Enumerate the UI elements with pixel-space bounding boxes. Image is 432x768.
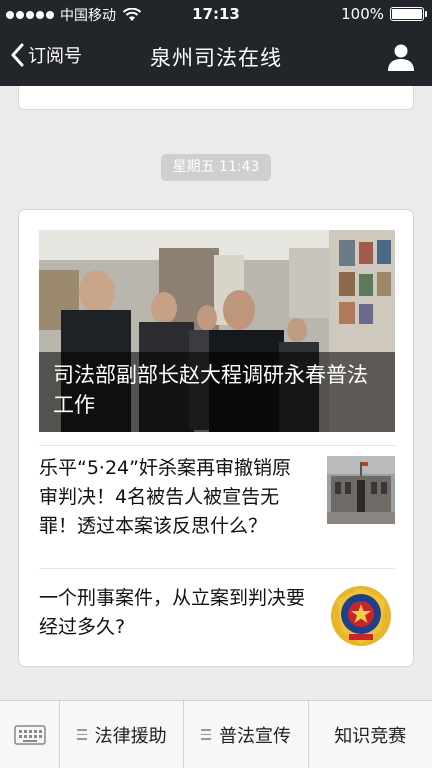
page-title: 泉州司法在线 [150, 46, 282, 70]
status-right: 100% [341, 5, 427, 23]
article-item-2[interactable]: 一个刑事案件，从立案到判决要经过多久? [39, 582, 395, 654]
police-emblem-icon [327, 582, 395, 650]
menu-lines-icon [200, 729, 211, 740]
article-thumbnail-2 [327, 582, 395, 650]
bottom-menu-bar: 法律援助 普法宣传 知识竞赛 [0, 700, 432, 768]
status-bar: 中国移动 17:13 100% [0, 0, 432, 28]
article-card: 司法部副部长赵大程调研永春普法工作 乐平“5·24”奸杀案再审撤销原审判决！4名… [18, 209, 414, 667]
cover-title: 司法部副部长赵大程调研永春普法工作 [39, 352, 395, 432]
keyboard-toggle-button[interactable] [0, 701, 60, 768]
battery-icon [390, 7, 427, 21]
courthouse-photo-icon [327, 456, 395, 524]
timestamp-chip: 星期五 11:43 [161, 154, 271, 181]
profile-icon[interactable] [386, 42, 416, 72]
menu-law-publicity-button[interactable]: 普法宣传 [184, 701, 309, 768]
battery-fill [392, 9, 422, 19]
article-thumbnail-1 [327, 456, 395, 524]
divider [39, 568, 395, 569]
menu-quiz-button[interactable]: 知识竞赛 [309, 701, 432, 768]
keyboard-icon [13, 724, 46, 745]
nav-bar: 订阅号 泉州司法在线 [0, 28, 432, 86]
message-feed[interactable]: 星期五 11:43 司法部副部长赵大程调研永春普法工作 乐平“5·24”奸杀案再… [0, 86, 432, 700]
menu-label: 知识竞赛 [334, 725, 407, 747]
cover-article[interactable]: 司法部副部长赵大程调研永春普法工作 [39, 230, 395, 432]
battery-percent: 100% [341, 5, 384, 23]
menu-lines-icon [76, 729, 87, 740]
menu-legal-aid-button[interactable]: 法律援助 [60, 701, 185, 768]
article-item-1[interactable]: 乐平“5·24”奸杀案再审撤销原审判决！4名被告人被宣告无罪！透过本案该反思什么… [39, 454, 395, 564]
previous-message-card[interactable] [18, 86, 414, 110]
divider [39, 445, 395, 446]
article-title-2: 一个刑事案件，从立案到判决要经过多久? [39, 587, 306, 638]
menu-label: 普法宣传 [218, 725, 291, 747]
article-title-1: 乐平“5·24”奸杀案再审撤销原审判决！4名被告人被宣告无罪！透过本案该反思什么… [39, 457, 291, 537]
menu-label: 法律援助 [94, 725, 167, 747]
